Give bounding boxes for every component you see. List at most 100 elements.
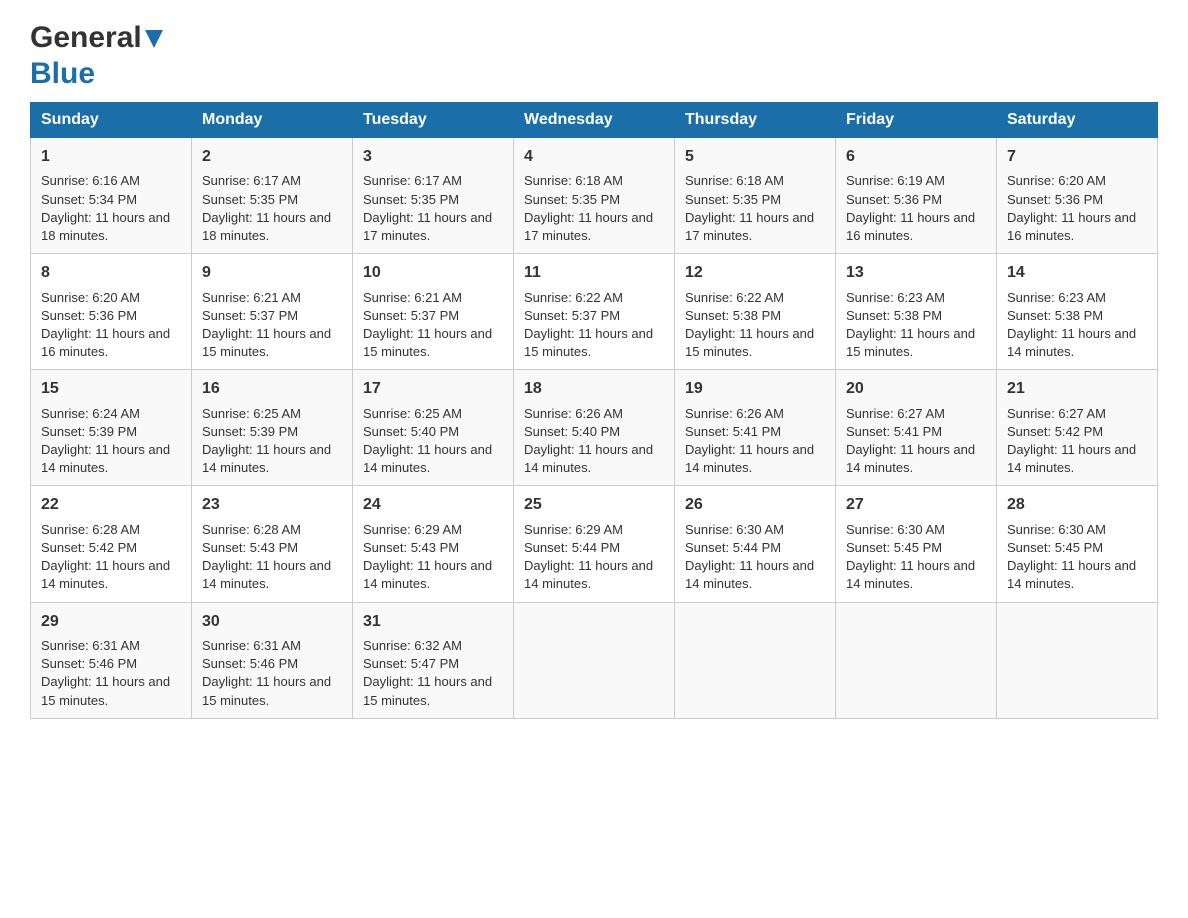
sunrise-label: Sunrise: 6:23 AM <box>1007 290 1106 305</box>
sunrise-label: Sunrise: 6:21 AM <box>202 290 301 305</box>
calendar-cell: 11 Sunrise: 6:22 AM Sunset: 5:37 PM Dayl… <box>514 254 675 370</box>
sunrise-label: Sunrise: 6:22 AM <box>524 290 623 305</box>
sunset-label: Sunset: 5:38 PM <box>685 308 781 323</box>
day-number: 16 <box>202 378 342 400</box>
day-number: 1 <box>41 146 181 168</box>
sunrise-label: Sunrise: 6:18 AM <box>685 173 784 188</box>
daylight-label: Daylight: 11 hours and 16 minutes. <box>1007 210 1136 243</box>
sunrise-label: Sunrise: 6:31 AM <box>202 638 301 653</box>
sunrise-label: Sunrise: 6:30 AM <box>1007 522 1106 537</box>
sunset-label: Sunset: 5:44 PM <box>524 540 620 555</box>
sunrise-label: Sunrise: 6:20 AM <box>41 290 140 305</box>
calendar-header-row: SundayMondayTuesdayWednesdayThursdayFrid… <box>31 103 1158 138</box>
sunset-label: Sunset: 5:42 PM <box>1007 424 1103 439</box>
sunrise-label: Sunrise: 6:27 AM <box>846 406 945 421</box>
day-number: 6 <box>846 146 986 168</box>
sunset-label: Sunset: 5:41 PM <box>685 424 781 439</box>
calendar-cell: 14 Sunrise: 6:23 AM Sunset: 5:38 PM Dayl… <box>997 254 1158 370</box>
sunrise-label: Sunrise: 6:19 AM <box>846 173 945 188</box>
daylight-label: Daylight: 11 hours and 15 minutes. <box>685 326 814 359</box>
sunrise-label: Sunrise: 6:20 AM <box>1007 173 1106 188</box>
sunset-label: Sunset: 5:40 PM <box>363 424 459 439</box>
calendar-cell: 20 Sunrise: 6:27 AM Sunset: 5:41 PM Dayl… <box>836 370 997 486</box>
sunrise-label: Sunrise: 6:30 AM <box>846 522 945 537</box>
sunset-label: Sunset: 5:37 PM <box>524 308 620 323</box>
sunset-label: Sunset: 5:35 PM <box>202 192 298 207</box>
calendar-cell: 22 Sunrise: 6:28 AM Sunset: 5:42 PM Dayl… <box>31 486 192 602</box>
daylight-label: Daylight: 11 hours and 17 minutes. <box>524 210 653 243</box>
sunrise-label: Sunrise: 6:31 AM <box>41 638 140 653</box>
day-number: 10 <box>363 262 503 284</box>
calendar-week-row: 22 Sunrise: 6:28 AM Sunset: 5:42 PM Dayl… <box>31 486 1158 602</box>
day-number: 23 <box>202 494 342 516</box>
sunrise-label: Sunrise: 6:30 AM <box>685 522 784 537</box>
daylight-label: Daylight: 11 hours and 14 minutes. <box>1007 442 1136 475</box>
daylight-label: Daylight: 11 hours and 14 minutes. <box>363 442 492 475</box>
day-number: 20 <box>846 378 986 400</box>
sunrise-label: Sunrise: 6:28 AM <box>202 522 301 537</box>
sunset-label: Sunset: 5:38 PM <box>1007 308 1103 323</box>
calendar-week-row: 8 Sunrise: 6:20 AM Sunset: 5:36 PM Dayli… <box>31 254 1158 370</box>
calendar-cell: 31 Sunrise: 6:32 AM Sunset: 5:47 PM Dayl… <box>353 602 514 718</box>
daylight-label: Daylight: 11 hours and 15 minutes. <box>363 674 492 707</box>
calendar-cell: 21 Sunrise: 6:27 AM Sunset: 5:42 PM Dayl… <box>997 370 1158 486</box>
daylight-label: Daylight: 11 hours and 15 minutes. <box>41 674 170 707</box>
sunset-label: Sunset: 5:46 PM <box>202 656 298 671</box>
sunrise-label: Sunrise: 6:25 AM <box>202 406 301 421</box>
daylight-label: Daylight: 11 hours and 18 minutes. <box>41 210 170 243</box>
sunrise-label: Sunrise: 6:17 AM <box>363 173 462 188</box>
sunset-label: Sunset: 5:34 PM <box>41 192 137 207</box>
day-number: 5 <box>685 146 825 168</box>
daylight-label: Daylight: 11 hours and 14 minutes. <box>363 558 492 591</box>
calendar-cell: 27 Sunrise: 6:30 AM Sunset: 5:45 PM Dayl… <box>836 486 997 602</box>
daylight-label: Daylight: 11 hours and 15 minutes. <box>363 326 492 359</box>
day-number: 29 <box>41 611 181 633</box>
calendar-cell: 10 Sunrise: 6:21 AM Sunset: 5:37 PM Dayl… <box>353 254 514 370</box>
day-number: 8 <box>41 262 181 284</box>
sunrise-label: Sunrise: 6:29 AM <box>524 522 623 537</box>
daylight-label: Daylight: 11 hours and 14 minutes. <box>846 442 975 475</box>
sunrise-label: Sunrise: 6:32 AM <box>363 638 462 653</box>
sunset-label: Sunset: 5:45 PM <box>846 540 942 555</box>
day-number: 30 <box>202 611 342 633</box>
daylight-label: Daylight: 11 hours and 14 minutes. <box>524 442 653 475</box>
daylight-label: Daylight: 11 hours and 14 minutes. <box>685 442 814 475</box>
calendar-week-row: 29 Sunrise: 6:31 AM Sunset: 5:46 PM Dayl… <box>31 602 1158 718</box>
day-number: 9 <box>202 262 342 284</box>
logo-line2: Blue <box>30 57 95 90</box>
daylight-label: Daylight: 11 hours and 14 minutes. <box>846 558 975 591</box>
daylight-label: Daylight: 11 hours and 14 minutes. <box>202 442 331 475</box>
day-number: 27 <box>846 494 986 516</box>
daylight-label: Daylight: 11 hours and 16 minutes. <box>846 210 975 243</box>
daylight-label: Daylight: 11 hours and 14 minutes. <box>685 558 814 591</box>
day-number: 19 <box>685 378 825 400</box>
calendar-cell: 29 Sunrise: 6:31 AM Sunset: 5:46 PM Dayl… <box>31 602 192 718</box>
day-number: 11 <box>524 262 664 284</box>
sunset-label: Sunset: 5:35 PM <box>363 192 459 207</box>
day-number: 13 <box>846 262 986 284</box>
sunrise-label: Sunrise: 6:18 AM <box>524 173 623 188</box>
calendar-cell: 19 Sunrise: 6:26 AM Sunset: 5:41 PM Dayl… <box>675 370 836 486</box>
sunrise-label: Sunrise: 6:23 AM <box>846 290 945 305</box>
day-number: 3 <box>363 146 503 168</box>
sunrise-label: Sunrise: 6:29 AM <box>363 522 462 537</box>
daylight-label: Daylight: 11 hours and 16 minutes. <box>41 326 170 359</box>
daylight-label: Daylight: 11 hours and 15 minutes. <box>202 674 331 707</box>
day-number: 31 <box>363 611 503 633</box>
day-number: 14 <box>1007 262 1147 284</box>
calendar-cell: 25 Sunrise: 6:29 AM Sunset: 5:44 PM Dayl… <box>514 486 675 602</box>
sunset-label: Sunset: 5:35 PM <box>524 192 620 207</box>
calendar-cell: 16 Sunrise: 6:25 AM Sunset: 5:39 PM Dayl… <box>192 370 353 486</box>
sunset-label: Sunset: 5:38 PM <box>846 308 942 323</box>
calendar-cell <box>514 602 675 718</box>
sunset-label: Sunset: 5:39 PM <box>202 424 298 439</box>
header-thursday: Thursday <box>675 103 836 138</box>
sunset-label: Sunset: 5:43 PM <box>363 540 459 555</box>
sunrise-label: Sunrise: 6:16 AM <box>41 173 140 188</box>
daylight-label: Daylight: 11 hours and 14 minutes. <box>41 442 170 475</box>
calendar-cell: 6 Sunrise: 6:19 AM Sunset: 5:36 PM Dayli… <box>836 138 997 254</box>
sunset-label: Sunset: 5:37 PM <box>363 308 459 323</box>
header-tuesday: Tuesday <box>353 103 514 138</box>
sunset-label: Sunset: 5:47 PM <box>363 656 459 671</box>
sunrise-label: Sunrise: 6:27 AM <box>1007 406 1106 421</box>
